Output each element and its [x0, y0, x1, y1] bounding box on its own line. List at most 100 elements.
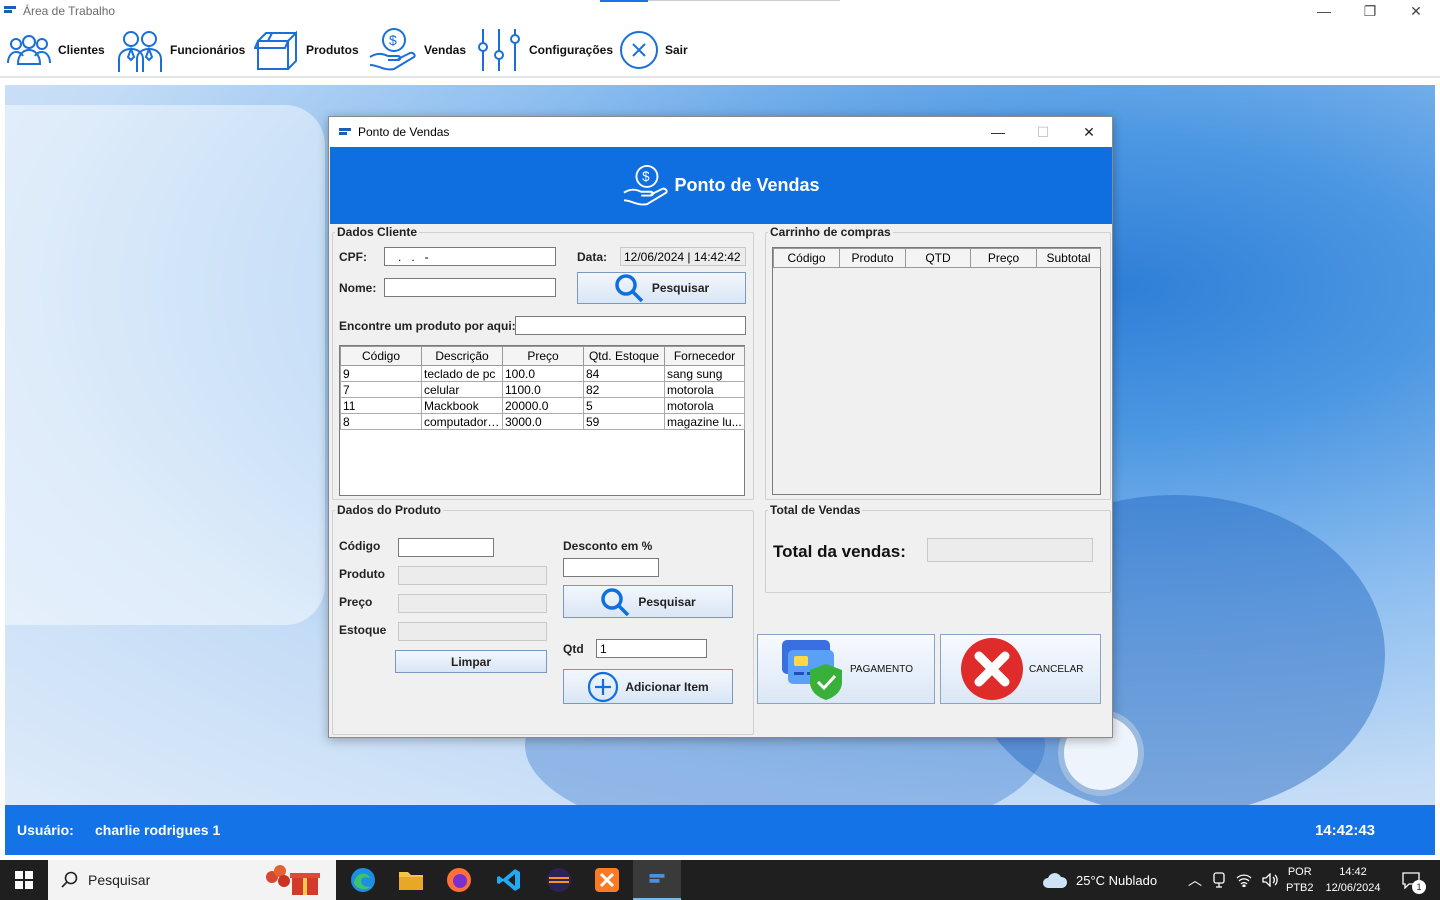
button-label: Adicionar Item — [625, 679, 709, 694]
column-header[interactable]: Código — [340, 346, 422, 366]
preco-field — [398, 594, 547, 613]
table-row[interactable]: 8 computador ... 3000.0 59 magazine lu..… — [340, 413, 745, 430]
taskbar-vscode[interactable] — [485, 860, 533, 900]
menu-configuracoes[interactable]: Configurações — [477, 24, 613, 76]
table-cell: motorola — [664, 381, 745, 398]
system-tray: ︿ — [1188, 860, 1278, 900]
menu-bar: Clientes Funcionários Produtos $ Vendas … — [0, 24, 1440, 78]
cpf-field[interactable] — [384, 247, 556, 266]
meet-now-icon[interactable] — [1212, 872, 1226, 888]
desconto-field[interactable] — [563, 558, 659, 577]
menu-funcionarios[interactable]: Funcionários — [116, 24, 245, 76]
column-header[interactable]: Preço — [502, 346, 584, 366]
notification-center-button[interactable]: 1 — [1398, 860, 1426, 900]
user-name: charlie rodrigues 1 — [95, 822, 221, 838]
money-hand-icon: $ — [369, 28, 416, 71]
produto-field — [398, 566, 547, 585]
nome-field[interactable] — [384, 278, 556, 297]
table-cell: 59 — [583, 413, 665, 430]
restore-icon: ❐ — [1363, 2, 1377, 19]
eclipse-icon — [547, 868, 571, 892]
weather-widget[interactable]: 25°C Nublado — [1042, 860, 1157, 900]
menu-vendas[interactable]: $ Vendas — [368, 24, 466, 76]
dialog-header-title: Ponto de Vendas — [674, 175, 820, 195]
close-button[interactable]: ✕ — [1393, 0, 1439, 22]
button-label: Pesquisar — [638, 594, 696, 609]
qtd-field[interactable] — [596, 639, 707, 658]
column-header[interactable]: Produto — [839, 248, 906, 268]
start-button[interactable] — [0, 860, 48, 900]
folder-icon — [399, 872, 423, 890]
dialog-minimize-button[interactable]: — — [975, 117, 1021, 147]
column-header[interactable]: Subtotal — [1036, 248, 1101, 268]
search-icon — [601, 587, 630, 616]
dialog-maximize-button[interactable]: ☐ — [1020, 117, 1066, 147]
taskbar-firefox[interactable] — [435, 860, 483, 900]
main-titlebar: Área de Trabalho — ❐ ✕ — [0, 0, 1440, 24]
menu-clientes[interactable]: Clientes — [6, 24, 105, 76]
table-row[interactable]: 9 teclado de pc 100.0 84 sang sung — [340, 365, 745, 382]
close-icon: ✕ — [1410, 2, 1422, 19]
payment-card-shield-icon — [782, 640, 842, 700]
money-hand-icon: $ — [623, 164, 669, 206]
pesquisar-cliente-button[interactable]: Pesquisar — [577, 272, 746, 304]
notification-badge: 1 — [1412, 880, 1426, 894]
table-cell: 7 — [340, 381, 422, 398]
column-header[interactable]: Preço — [970, 248, 1037, 268]
limpar-button[interactable]: Limpar — [395, 650, 547, 673]
taskbar-search[interactable]: Pesquisar — [48, 860, 336, 900]
cloud-icon — [1043, 873, 1068, 888]
adicionar-item-button[interactable]: Adicionar Item — [563, 669, 733, 704]
column-header[interactable]: QTD — [905, 248, 971, 268]
restore-button[interactable]: ❐ — [1347, 0, 1393, 22]
total-label: Total da vendas: — [773, 542, 906, 561]
cpf-label: CPF: — [339, 250, 367, 264]
group-legend: Total de Vendas — [770, 503, 861, 517]
dialog-close-button[interactable]: ✕ — [1066, 117, 1112, 147]
employees-icon — [118, 31, 162, 72]
close-circle-icon — [620, 31, 658, 69]
table-row[interactable]: 11 Mackbook 20000.0 5 motorola — [340, 397, 745, 414]
pesquisar-produto-button[interactable]: Pesquisar — [563, 585, 733, 618]
group-legend: Dados Cliente — [337, 225, 418, 239]
dialog-title: Ponto de Vendas — [358, 125, 450, 139]
cancelar-button[interactable]: CANCELAR — [940, 634, 1101, 704]
taskbar-edge[interactable] — [339, 860, 387, 900]
column-header[interactable]: Descrição — [421, 346, 503, 366]
language-bottom: PTB2 — [1286, 882, 1314, 894]
taskbar-explorer[interactable] — [387, 860, 435, 900]
dialog-titlebar: Ponto de Vendas — ☐ ✕ — [329, 117, 1112, 147]
carrinho-table: Código Produto QTD Preço Subtotal — [773, 248, 1101, 268]
column-header[interactable]: Qtd. Estoque — [583, 346, 665, 366]
menu-label: Produtos — [306, 43, 359, 57]
windows-logo-icon — [15, 871, 33, 889]
language-indicator[interactable]: POR PTB2 — [1286, 860, 1314, 900]
taskbar-eclipse[interactable] — [535, 860, 583, 900]
taskbar: Pesquisar 25°C Nublado ︿ POR PTB2 14:42 … — [0, 860, 1440, 900]
menu-sair[interactable]: Sair — [619, 24, 688, 76]
table-cell: 82 — [583, 381, 665, 398]
taskbar-clock[interactable]: 14:42 12/06/2024 — [1322, 860, 1384, 900]
column-header[interactable]: Fornecedor — [664, 346, 745, 366]
volume-icon[interactable] — [1262, 873, 1278, 887]
clock-date: 12/06/2024 — [1325, 882, 1381, 894]
pagamento-button[interactable]: PAGAMENTO — [757, 634, 935, 704]
menu-label: Configurações — [529, 43, 614, 57]
table-cell: motorola — [664, 397, 745, 414]
taskbar-xampp[interactable] — [583, 860, 631, 900]
table-cell: 5 — [583, 397, 665, 414]
menu-produtos[interactable]: Produtos — [254, 24, 359, 76]
chevron-up-icon[interactable]: ︿ — [1188, 870, 1202, 890]
minimize-button[interactable]: — — [1301, 0, 1347, 22]
clock-time: 14:42 — [1339, 866, 1367, 878]
table-row[interactable]: 7 celular 1100.0 82 motorola — [340, 381, 745, 398]
firefox-icon — [447, 868, 471, 892]
find-product-field[interactable] — [515, 316, 746, 335]
table-cell: 100.0 — [502, 365, 584, 382]
wifi-icon[interactable] — [1236, 873, 1252, 887]
table-cell: Mackbook — [421, 397, 503, 414]
titlebar-accent — [600, 0, 648, 2]
column-header[interactable]: Código — [773, 248, 840, 268]
taskbar-java-app[interactable] — [633, 860, 681, 900]
codigo-field[interactable] — [398, 538, 494, 557]
